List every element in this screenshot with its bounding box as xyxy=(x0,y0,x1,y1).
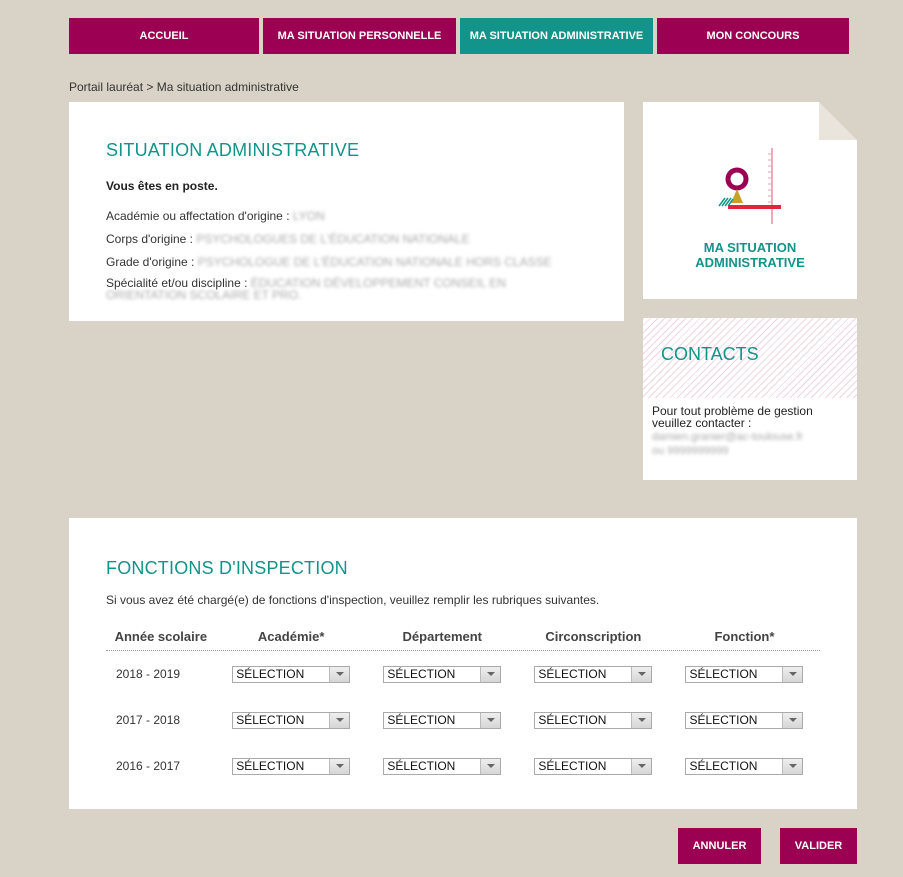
grade-line: Grade d'origine : PSYCHOLOGUE DE L'ÉDUCA… xyxy=(106,254,586,270)
cancel-button[interactable]: ANNULER xyxy=(678,828,761,864)
academie-select[interactable]: SÉLECTION xyxy=(232,711,351,729)
contacts-header: CONTACTS xyxy=(643,318,857,398)
chevron-down-icon[interactable] xyxy=(329,666,350,682)
contacts-title: CONTACTS xyxy=(661,344,759,364)
header-academie: Académie* xyxy=(257,629,325,644)
specialite-line: Spécialité et/ou discipline : ÉDUCATION … xyxy=(106,277,566,301)
select-value: SÉLECTION xyxy=(538,758,607,773)
status-text: Vous êtes en poste. xyxy=(106,179,218,193)
academie-line: Académie ou affectation d'origine : LYON xyxy=(106,208,586,224)
submit-button[interactable]: VALIDER xyxy=(780,828,857,864)
situation-title: SITUATION ADMINISTRATIVE xyxy=(106,140,360,160)
breadcrumb: Portail lauréat > Ma situation administr… xyxy=(69,80,299,94)
contacts-email[interactable]: damien.granier@ac-toulouse.fr xyxy=(652,431,847,443)
page-fold xyxy=(819,102,857,140)
side-label-line1: MA SITUATION xyxy=(703,240,797,255)
fonction-select[interactable]: SÉLECTION xyxy=(685,665,804,683)
header-circonscription: Circonscription xyxy=(545,629,642,644)
header-departement: Département xyxy=(402,629,482,644)
chevron-down-icon[interactable] xyxy=(782,712,803,728)
fonction-select[interactable]: SÉLECTION xyxy=(685,757,804,775)
departement-select[interactable]: SÉLECTION xyxy=(383,711,502,729)
chevron-down-icon[interactable] xyxy=(480,666,501,682)
corps-value: PSYCHOLOGUES DE L'ÉDUCATION NATIONALE xyxy=(196,232,470,246)
departement-select[interactable]: SÉLECTION xyxy=(383,665,502,683)
chevron-down-icon[interactable] xyxy=(631,712,652,728)
row-year: 2017 - 2018 xyxy=(116,713,181,727)
select-value: SÉLECTION xyxy=(689,712,758,727)
tab-mon-concours[interactable]: MON CONCOURS xyxy=(657,18,849,54)
corps-label: Corps d'origine : xyxy=(106,232,193,246)
select-value: SÉLECTION xyxy=(387,666,456,681)
academie-label: Académie ou affectation d'origine : xyxy=(106,209,290,223)
select-value: SÉLECTION xyxy=(236,758,305,773)
tab-accueil[interactable]: ACCUEIL xyxy=(69,18,259,54)
select-value: SÉLECTION xyxy=(538,712,607,727)
select-value: SÉLECTION xyxy=(236,666,305,681)
side-card-label: MA SITUATION ADMINISTRATIVE xyxy=(643,240,857,270)
table-row: 2017 - 2018 SÉLECTION SÉLECTION SÉLECTIO… xyxy=(106,697,820,743)
situation-card: SITUATION ADMINISTRATIVE Vous êtes en po… xyxy=(69,102,624,321)
table-row: 2018 - 2019 SÉLECTION SÉLECTION SÉLECTIO… xyxy=(106,651,820,697)
inspection-table-header: Année scolaire Académie* Département Cir… xyxy=(106,623,820,651)
circonscription-select[interactable]: SÉLECTION xyxy=(534,665,653,683)
fonction-select[interactable]: SÉLECTION xyxy=(685,711,804,729)
header-annee: Année scolaire xyxy=(114,629,208,644)
side-label-line2: ADMINISTRATIVE xyxy=(695,255,805,270)
contacts-body: Pour tout problème de gestion veuillez c… xyxy=(643,398,857,457)
corps-line: Corps d'origine : PSYCHOLOGUES DE L'ÉDUC… xyxy=(106,231,586,247)
header-fonction: Fonction* xyxy=(714,629,775,644)
grade-value: PSYCHOLOGUE DE L'ÉDUCATION NATIONALE HOR… xyxy=(197,255,552,269)
contacts-phone: ou 9999999999 xyxy=(652,445,729,457)
grade-label: Grade d'origine : xyxy=(106,255,195,269)
inspection-table: Année scolaire Académie* Département Cir… xyxy=(106,623,820,789)
inspection-intro: Si vous avez été chargé(e) de fonctions … xyxy=(106,593,600,607)
select-value: SÉLECTION xyxy=(387,758,456,773)
chevron-down-icon[interactable] xyxy=(480,758,501,774)
select-value: SÉLECTION xyxy=(387,712,456,727)
contacts-card: CONTACTS Pour tout problème de gestion v… xyxy=(643,318,857,480)
contacts-text: Pour tout problème de gestion veuillez c… xyxy=(652,404,813,430)
chevron-down-icon[interactable] xyxy=(329,758,350,774)
academie-value: LYON xyxy=(292,209,325,223)
academie-select[interactable]: SÉLECTION xyxy=(232,757,351,775)
chevron-down-icon[interactable] xyxy=(480,712,501,728)
row-year: 2018 - 2019 xyxy=(116,667,181,681)
main-nav: ACCUEIL MA SITUATION PERSONNELLE MA SITU… xyxy=(69,18,853,54)
chevron-down-icon[interactable] xyxy=(631,758,652,774)
circonscription-select[interactable]: SÉLECTION xyxy=(534,757,653,775)
tab-situation-administrative[interactable]: MA SITUATION ADMINISTRATIVE xyxy=(460,18,653,54)
situation-side-card[interactable]: MA SITUATION ADMINISTRATIVE xyxy=(643,102,857,299)
inspection-card: FONCTIONS D'INSPECTION Si vous avez été … xyxy=(69,518,857,809)
select-value: SÉLECTION xyxy=(538,666,607,681)
table-row: 2016 - 2017 SÉLECTION SÉLECTION SÉLECTIO… xyxy=(106,743,820,789)
academie-select[interactable]: SÉLECTION xyxy=(232,665,351,683)
row-year: 2016 - 2017 xyxy=(116,759,181,773)
chevron-down-icon[interactable] xyxy=(782,666,803,682)
tab-situation-personnelle[interactable]: MA SITUATION PERSONNELLE xyxy=(263,18,456,54)
select-value: SÉLECTION xyxy=(236,712,305,727)
select-value: SÉLECTION xyxy=(689,758,758,773)
chevron-down-icon[interactable] xyxy=(329,712,350,728)
administrative-situation-icon xyxy=(718,148,781,224)
inspection-title: FONCTIONS D'INSPECTION xyxy=(106,558,348,578)
chevron-down-icon[interactable] xyxy=(782,758,803,774)
departement-select[interactable]: SÉLECTION xyxy=(383,757,502,775)
circonscription-select[interactable]: SÉLECTION xyxy=(534,711,653,729)
chevron-down-icon[interactable] xyxy=(631,666,652,682)
select-value: SÉLECTION xyxy=(689,666,758,681)
